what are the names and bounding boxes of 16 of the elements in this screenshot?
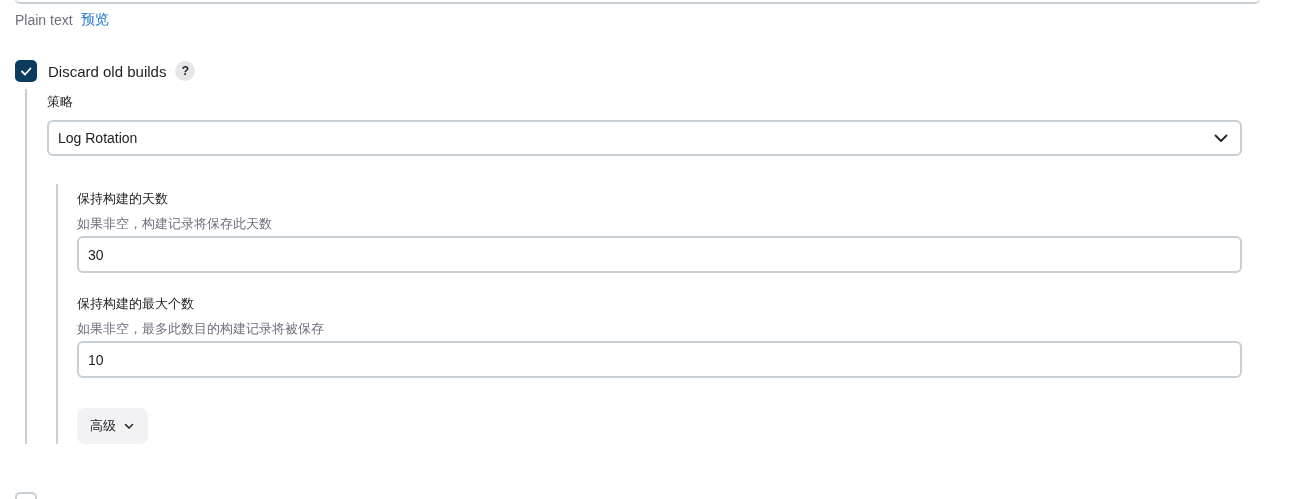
input-field[interactable]: 30	[77, 236, 1242, 273]
format-label: Plain text	[15, 12, 73, 28]
preview-link[interactable]: 预览	[80, 11, 109, 29]
chevron-down-icon	[1214, 133, 1228, 143]
field-hint: 如果非空，构建记录将保存此天数	[77, 215, 273, 233]
field-label: 保持构建的最大个数	[77, 295, 195, 313]
help-button[interactable]: ?	[175, 61, 196, 81]
checkbox[interactable]	[15, 60, 37, 82]
field-label: 策略	[47, 93, 74, 111]
chevron-down-icon	[124, 422, 134, 430]
field-label: 保持构建的天数	[77, 190, 169, 208]
field-hint: 如果非空，最多此数目的构建记录将被保存	[77, 320, 325, 338]
input-field[interactable]: 10	[77, 341, 1242, 378]
strategy-dropdown[interactable]: Log Rotation	[47, 120, 1242, 156]
advanced-button[interactable]: 高级	[77, 408, 148, 444]
checkbox-label: Discard old builds	[48, 62, 167, 80]
